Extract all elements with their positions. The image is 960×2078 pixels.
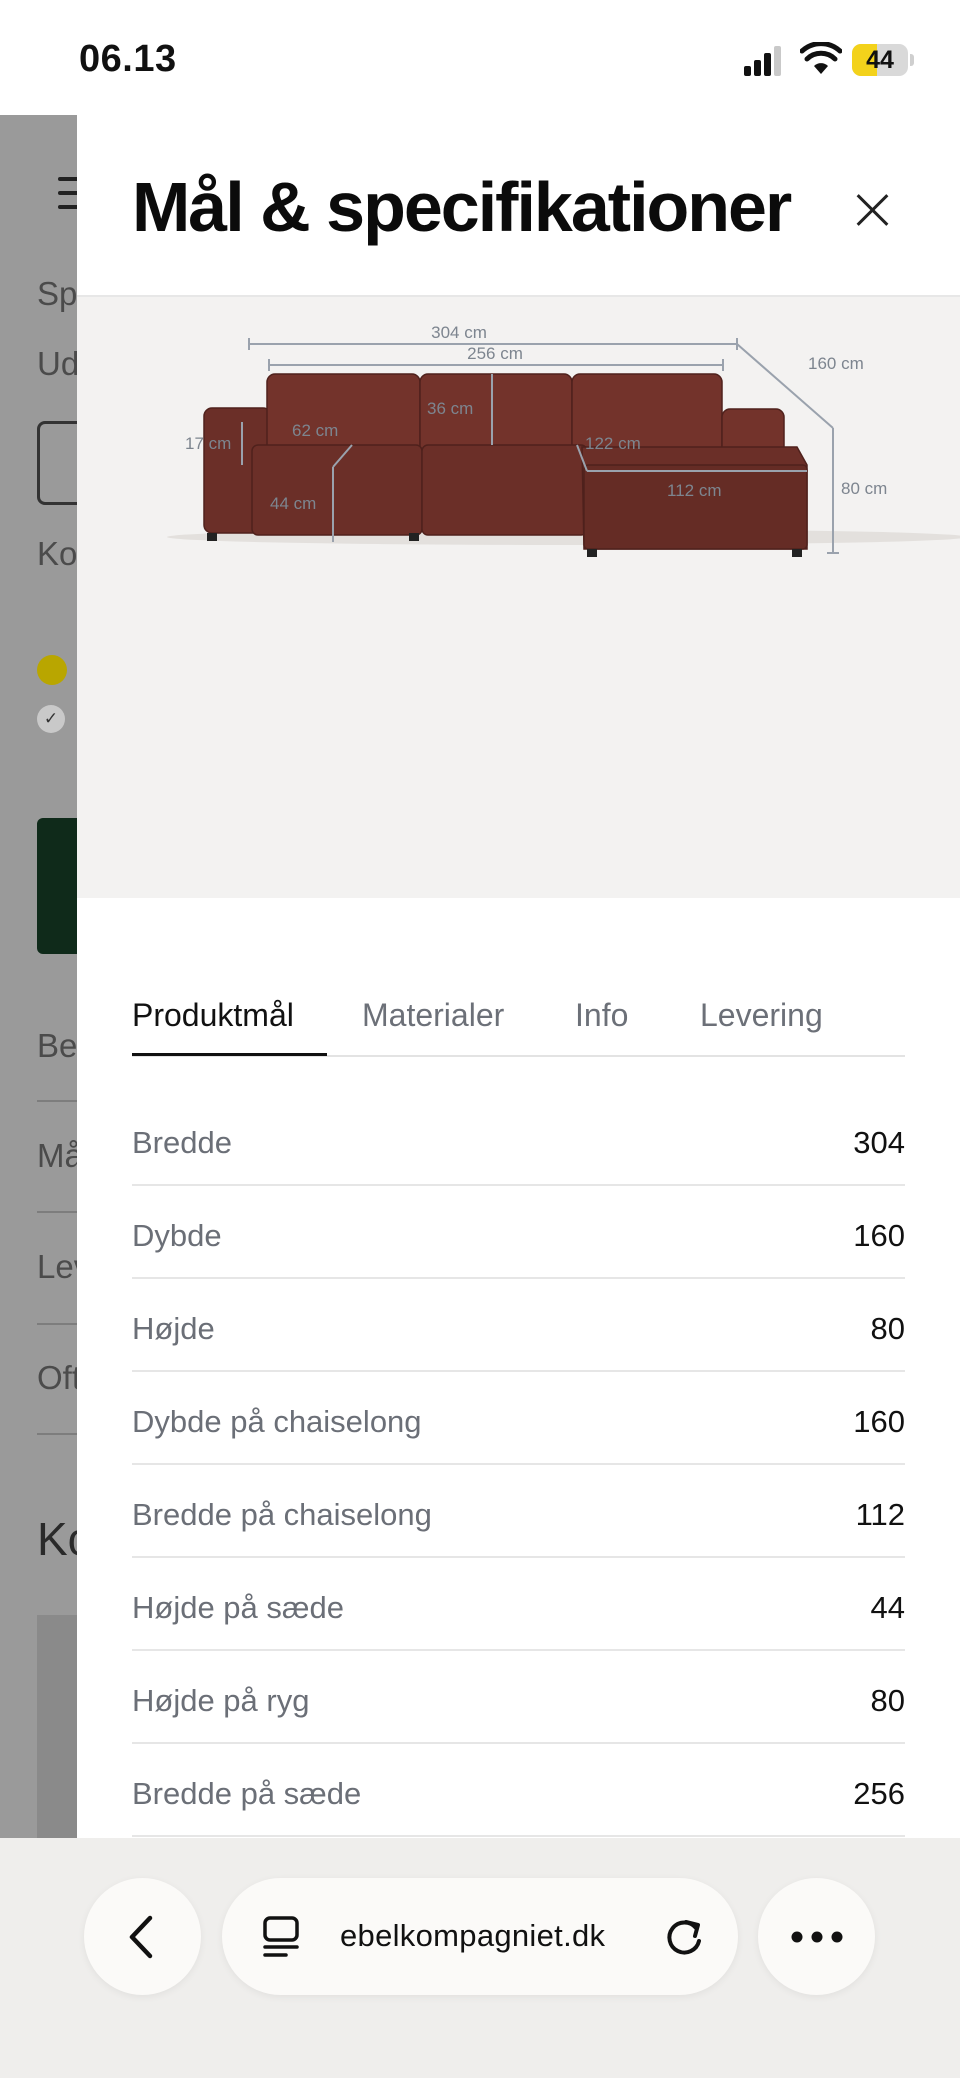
spec-value: 112 <box>855 1497 905 1532</box>
specs-modal: Mål & specifikationer 304 cm 256 cm 160 … <box>77 115 960 1838</box>
check-icon: ✓ <box>37 705 65 733</box>
reload-icon[interactable] <box>662 1914 706 1960</box>
spec-label: Bredde <box>132 1125 232 1160</box>
dimension-label: 304 cm <box>431 323 487 342</box>
back-button[interactable] <box>84 1878 201 1995</box>
spec-row: Dybde på chaiselong 160 <box>132 1372 905 1465</box>
dimension-label: 62 cm <box>292 421 338 440</box>
spec-row: Bredde 304 <box>132 1093 905 1186</box>
spec-row: Højde 80 <box>132 1279 905 1372</box>
spec-value: 304 <box>853 1125 905 1160</box>
dimension-label: 112 cm <box>667 481 722 500</box>
more-icon <box>791 1931 843 1943</box>
spec-label: Højde på ryg <box>132 1683 310 1718</box>
spec-value: 256 <box>853 1776 905 1811</box>
spec-value: 80 <box>870 1683 905 1718</box>
chevron-left-icon <box>129 1915 153 1959</box>
battery-icon: 44 <box>852 44 914 76</box>
bg-color-swatch <box>37 655 67 685</box>
dimension-label: 122 cm <box>585 434 641 453</box>
spec-value: 44 <box>870 1590 905 1625</box>
spec-row: Højde på ryg 80 <box>132 1651 905 1744</box>
spec-label: Dybde på chaiselong <box>132 1404 422 1439</box>
bg-fragment: Ud <box>37 345 80 382</box>
wifi-icon <box>800 42 842 74</box>
close-icon[interactable] <box>847 185 897 235</box>
sofa-dimension-diagram: 304 cm 256 cm 160 cm 36 cm 62 cm 17 cm 1… <box>167 323 960 557</box>
address-bar[interactable]: ebelkompagniet.dk <box>222 1878 738 1995</box>
status-bar: 06.13 44 <box>0 0 960 115</box>
tab-levering[interactable]: Levering <box>700 997 823 1034</box>
spec-value: 160 <box>853 1218 905 1253</box>
dimension-label: 80 cm <box>841 479 887 498</box>
dimension-label: 256 cm <box>467 344 523 363</box>
modal-title: Mål & specifikationer <box>132 168 792 246</box>
active-tab-indicator <box>132 1053 327 1056</box>
spec-label: Højde <box>132 1311 215 1346</box>
tab-overview-icon <box>263 1916 299 1957</box>
bg-fragment: Oft <box>37 1359 82 1396</box>
browser-toolbar: ebelkompagniet.dk <box>0 1838 960 2078</box>
dimension-label: 160 cm <box>808 354 864 373</box>
modal-header: Mål & specifikationer <box>77 115 960 297</box>
tab-materialer[interactable]: Materialer <box>362 997 504 1034</box>
spec-row: Højde på sæde 44 <box>132 1558 905 1651</box>
url-text: ebelkompagniet.dk <box>340 1918 606 1953</box>
bg-fragment: Sp <box>37 275 78 312</box>
spec-row: Bredde på sæde 256 <box>132 1744 905 1837</box>
screen: 06.13 44 Sp Ud Ko ✓ Bes Må Lev Oft Ko Må… <box>0 0 960 2078</box>
spec-label: Bredde på sæde <box>132 1776 362 1811</box>
more-button[interactable] <box>758 1878 875 1995</box>
dimension-label: 36 cm <box>427 399 473 418</box>
dimension-label: 17 cm <box>185 434 231 453</box>
spec-label: Bredde på chaiselong <box>132 1497 432 1532</box>
spec-value: 160 <box>853 1404 905 1439</box>
spec-row: Bredde på chaiselong 112 <box>132 1465 905 1558</box>
spec-label: Højde på sæde <box>132 1590 344 1625</box>
tab-info[interactable]: Info <box>575 997 628 1034</box>
signal-icon <box>744 44 784 76</box>
battery-percentage: 44 <box>866 46 894 74</box>
spec-list: Bredde 304 Dybde 160 Højde 80 Dybde på c… <box>132 1093 905 1837</box>
spec-tabs: Produktmål Materialer Info Levering <box>132 975 905 1057</box>
product-diagram: 304 cm 256 cm 160 cm 36 cm 62 cm 17 cm 1… <box>77 297 960 898</box>
tab-produktmaal[interactable]: Produktmål <box>132 997 294 1034</box>
bg-fragment: Må <box>37 1137 83 1174</box>
spec-row: Dybde 160 <box>132 1186 905 1279</box>
dimension-label: 44 cm <box>270 494 316 513</box>
status-time: 06.13 <box>79 38 177 80</box>
spec-value: 80 <box>870 1311 905 1346</box>
spec-label: Dybde <box>132 1218 222 1253</box>
bg-fragment: Ko <box>37 535 78 572</box>
